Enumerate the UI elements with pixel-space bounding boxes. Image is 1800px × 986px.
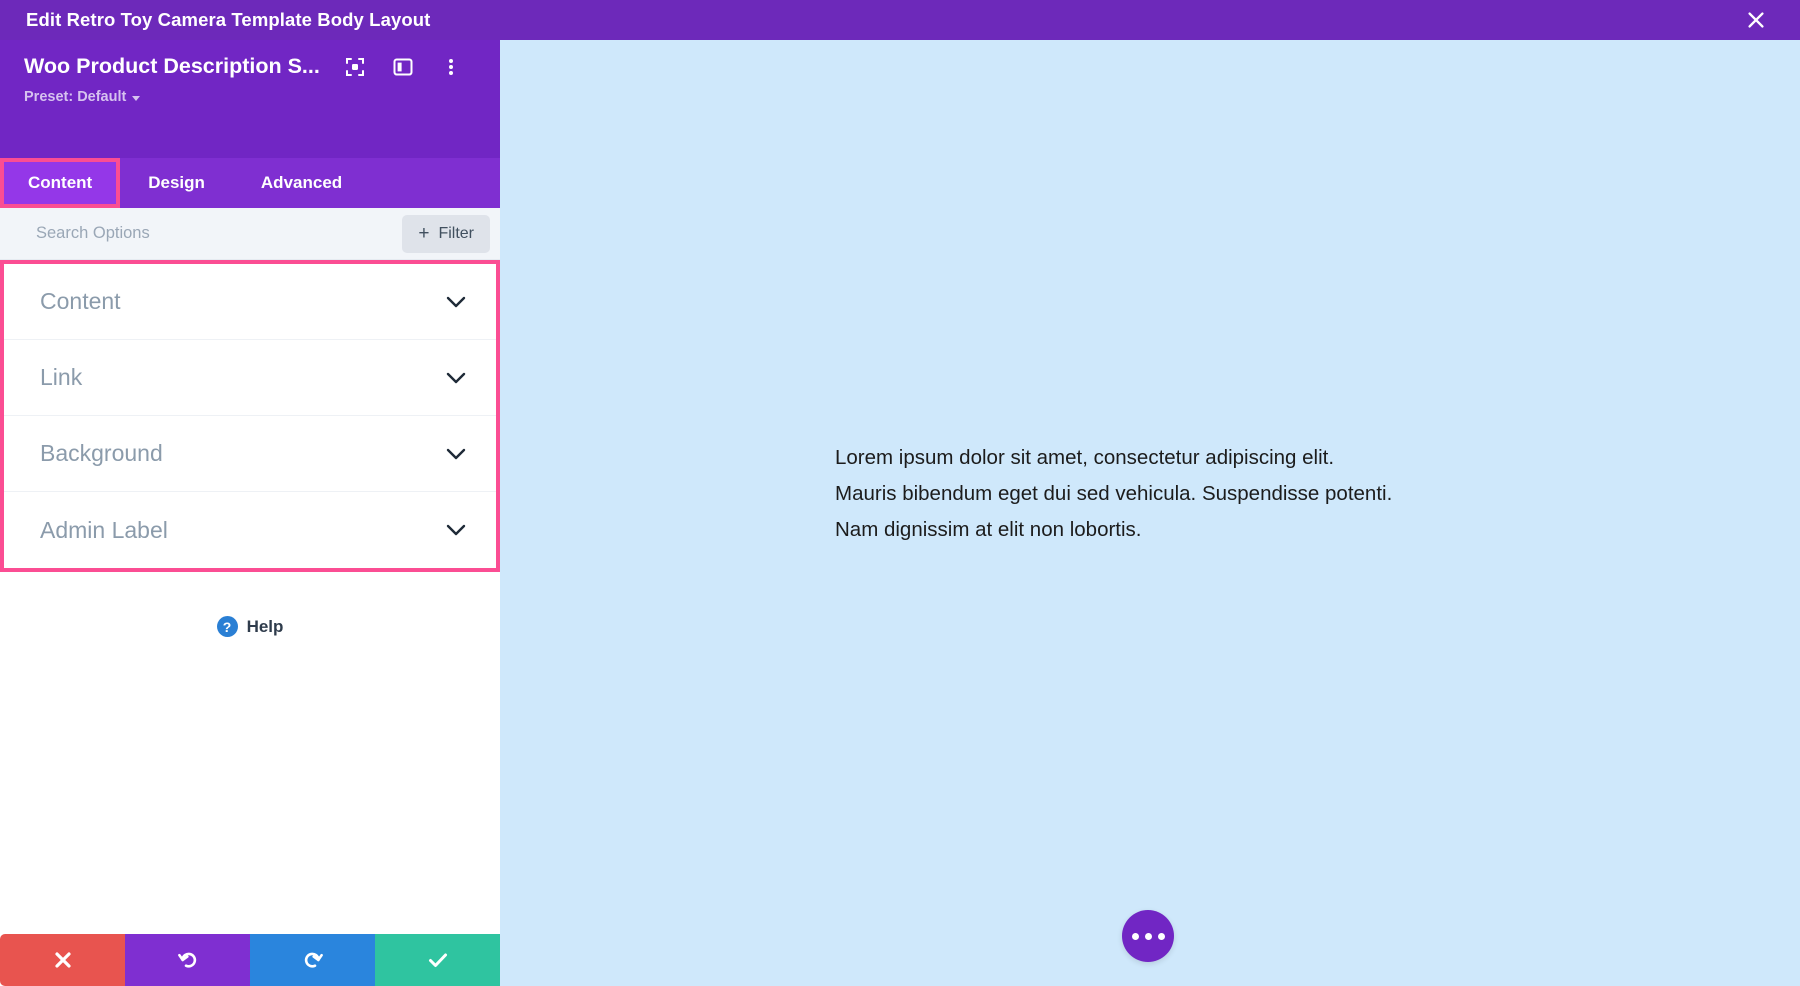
accordion-section-admin-label[interactable]: Admin Label [4, 492, 496, 568]
chevron-down-icon [446, 372, 466, 384]
tab-design[interactable]: Design [120, 158, 233, 208]
plus-icon: + [418, 223, 430, 244]
help-label: Help [246, 616, 284, 636]
page-title: Edit Retro Toy Camera Template Body Layo… [26, 9, 431, 30]
three-dots-icon [1144, 932, 1152, 940]
panel-header: Woo Product Description S... Preset: Def… [0, 40, 500, 158]
three-dots-icon [1157, 932, 1165, 940]
cancel-button[interactable] [0, 934, 125, 986]
chevron-down-icon [446, 448, 466, 460]
accordion-section-background[interactable]: Background [4, 416, 496, 492]
search-bar: + Filter [0, 208, 500, 260]
close-x-icon [54, 952, 71, 968]
description-line: Lorem ipsum dolor sit amet, consectetur … [835, 446, 1335, 469]
redo-button[interactable] [250, 934, 375, 986]
redo-arrow-icon [304, 952, 323, 968]
accordion-section-content[interactable]: Content [4, 264, 496, 340]
accordion-label: Link [40, 364, 83, 390]
more-vertical-icon[interactable] [440, 56, 462, 78]
product-description-text: Lorem ipsum dolor sit amet, consectetur … [835, 440, 1595, 548]
accordion-label: Admin Label [40, 516, 168, 543]
panel-body: ? Help [0, 572, 500, 934]
preset-label: Preset: Default [24, 89, 127, 105]
close-modal-button[interactable] [1732, 0, 1780, 40]
settings-accordion: Content Link Background Admin Label [0, 260, 500, 572]
tab-label: Advanced [260, 173, 343, 192]
undo-button[interactable] [125, 934, 250, 986]
focus-target-icon[interactable] [344, 56, 366, 78]
preset-dropdown[interactable]: Preset: Default [24, 89, 141, 105]
module-title: Woo Product Description S... [24, 54, 320, 78]
tab-advanced[interactable]: Advanced [233, 158, 370, 208]
undo-arrow-icon [177, 952, 196, 968]
layout-panel-icon[interactable] [392, 56, 414, 78]
description-line: Nam dignissim at elit non lobortis. [835, 518, 1142, 541]
chevron-down-icon [446, 296, 466, 308]
accordion-label: Background [40, 440, 163, 466]
question-mark-icon: ? [216, 616, 238, 637]
filter-label: Filter [438, 224, 474, 242]
three-dots-icon [1131, 932, 1139, 940]
tab-content[interactable]: Content [0, 158, 121, 208]
divi-builder-modal: Lorem ipsum dolor sit amet, consectetur … [0, 0, 1800, 986]
page-canvas: Lorem ipsum dolor sit amet, consectetur … [500, 0, 1800, 986]
tab-label: Design [148, 173, 205, 192]
search-input[interactable] [36, 224, 403, 243]
description-line: Mauris bibendum eget dui sed vehicula. S… [835, 482, 1393, 505]
page-settings-fab[interactable] [1122, 910, 1174, 962]
chevron-down-icon [446, 524, 466, 536]
accordion-label: Content [40, 288, 121, 314]
panel-footer-actions [0, 934, 500, 986]
panel-header-icons [344, 56, 462, 78]
module-settings-panel: Woo Product Description S... Preset: Def… [0, 40, 500, 986]
modal-titlebar: Edit Retro Toy Camera Template Body Layo… [0, 0, 1800, 40]
save-button[interactable] [375, 934, 500, 986]
help-button[interactable]: ? Help [0, 616, 500, 637]
accordion-section-link[interactable]: Link [4, 340, 496, 416]
tab-label: Content [28, 173, 93, 192]
settings-tabs: Content Design Advanced [0, 158, 500, 208]
chevron-down-icon [132, 95, 141, 101]
close-icon [1748, 12, 1764, 28]
checkmark-icon [428, 953, 447, 967]
filter-button[interactable]: + Filter [402, 214, 490, 253]
